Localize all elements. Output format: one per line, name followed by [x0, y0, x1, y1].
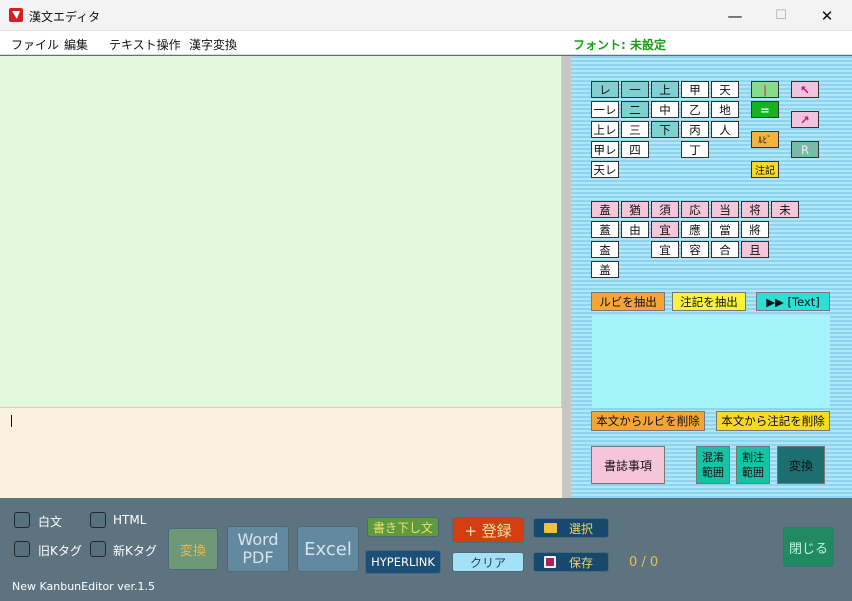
- key-ou[interactable]: 応: [681, 201, 709, 218]
- key-tei[interactable]: 丁: [681, 141, 709, 158]
- record-counter: 0 / 0: [629, 555, 659, 570]
- old-k-tag-label: 旧Kタグ: [38, 544, 82, 558]
- menu-edit[interactable]: 編集: [64, 36, 88, 53]
- key-tou[interactable]: 当: [711, 201, 739, 218]
- convert-button[interactable]: 変換: [168, 528, 218, 570]
- panel-convert-button[interactable]: 変換: [777, 446, 825, 484]
- key-ichi-re[interactable]: 一レ: [591, 101, 619, 118]
- extract-note-button[interactable]: 注記を抽出: [672, 292, 746, 311]
- key-kou-re[interactable]: 甲レ: [591, 141, 619, 158]
- bibliography-button[interactable]: 書誌事項: [591, 446, 665, 484]
- text-export-button[interactable]: ▶▶ [Text]: [756, 292, 830, 311]
- key-ten-re[interactable]: 天レ: [591, 161, 619, 178]
- key-re[interactable]: レ: [591, 81, 619, 98]
- key-sha[interactable]: 且: [741, 241, 769, 258]
- close-button[interactable]: 閉じる: [783, 527, 834, 567]
- ruby-button[interactable]: ﾙﾋﾞ: [751, 131, 779, 148]
- key-yuu[interactable]: 猶: [621, 201, 649, 218]
- key-chi[interactable]: 地: [711, 101, 739, 118]
- key-otsu[interactable]: 乙: [681, 101, 709, 118]
- key-jou-re[interactable]: 上レ: [591, 121, 619, 138]
- kondoku-range-button[interactable]: 混淆 範囲: [696, 446, 730, 484]
- extract-ruby-button[interactable]: ルビを抽出: [591, 292, 665, 311]
- note-button[interactable]: 注記: [751, 161, 779, 178]
- key-ou-b[interactable]: 應: [681, 221, 709, 238]
- key-ichi[interactable]: 一: [621, 81, 649, 98]
- window-title: 漢文エディタ: [29, 10, 101, 24]
- menu-kanji-convert[interactable]: 漢字変換: [189, 36, 237, 53]
- menu-file[interactable]: ファイル: [11, 36, 59, 53]
- maximize-button[interactable]: ☐: [758, 0, 804, 31]
- excel-button[interactable]: Excel: [297, 526, 359, 572]
- clear-button[interactable]: クリア: [452, 552, 524, 572]
- minimize-button[interactable]: —: [712, 0, 758, 31]
- font-status: フォント: 未設定: [573, 38, 666, 52]
- key-kou-b[interactable]: 蓋: [591, 221, 619, 238]
- key-kou-a[interactable]: 盍: [591, 201, 619, 218]
- hyperlink-button[interactable]: HYPERLINK: [365, 550, 441, 574]
- key-kou[interactable]: 甲: [681, 81, 709, 98]
- text-caret: [11, 415, 12, 427]
- main-editor[interactable]: [0, 56, 562, 407]
- hakubun-checkbox[interactable]: [14, 512, 30, 528]
- version-label: New KanbunEditor ver.1.5: [12, 580, 155, 593]
- key-kou-c[interactable]: 盇: [591, 241, 619, 258]
- word-pdf-button[interactable]: Word PDF: [227, 526, 289, 572]
- key-yon[interactable]: 四: [621, 141, 649, 158]
- key-ge[interactable]: 下: [651, 121, 679, 138]
- arrow-up-right-icon[interactable]: ↗: [791, 111, 819, 128]
- new-k-tag-checkbox[interactable]: [90, 541, 106, 557]
- html-checkbox[interactable]: [90, 512, 106, 528]
- remove-note-button[interactable]: 本文から注記を削除: [716, 411, 830, 431]
- remove-ruby-button[interactable]: 本文からルビを削除: [591, 411, 705, 431]
- key-shou[interactable]: 将: [741, 201, 769, 218]
- key-chuu[interactable]: 中: [651, 101, 679, 118]
- key-shou-b[interactable]: 將: [741, 221, 769, 238]
- r-button[interactable]: R: [791, 141, 819, 158]
- key-you[interactable]: 容: [681, 241, 709, 258]
- bar-button[interactable]: |: [751, 81, 779, 98]
- arrow-up-left-icon[interactable]: ↖: [791, 81, 819, 98]
- old-k-tag-checkbox[interactable]: [14, 541, 30, 557]
- new-k-tag-label: 新Kタグ: [113, 544, 157, 558]
- key-san[interactable]: 三: [621, 121, 649, 138]
- close-window-button[interactable]: ✕: [804, 0, 850, 31]
- warichu-range-button[interactable]: 割注 範囲: [736, 446, 770, 484]
- register-button[interactable]: + 登録: [452, 517, 524, 543]
- key-gi-b[interactable]: 宜: [651, 241, 679, 258]
- splitter[interactable]: [562, 56, 571, 498]
- key-hei[interactable]: 丙: [681, 121, 709, 138]
- key-ten[interactable]: 天: [711, 81, 739, 98]
- key-gou[interactable]: 合: [711, 241, 739, 258]
- equals-button[interactable]: =: [751, 101, 779, 118]
- kakikudashi-button[interactable]: 書き下し文: [367, 517, 439, 537]
- extract-output-box[interactable]: [592, 316, 830, 408]
- hakubun-label: 白文: [38, 515, 63, 529]
- key-kou-d[interactable]: 盖: [591, 261, 619, 278]
- key-gi-a[interactable]: 宜: [651, 221, 679, 238]
- key-jou[interactable]: 上: [651, 81, 679, 98]
- app-icon: [9, 8, 23, 22]
- input-area[interactable]: [0, 407, 562, 498]
- floppy-disk-icon: [544, 556, 556, 568]
- folder-icon: [544, 523, 557, 533]
- key-ni[interactable]: 二: [621, 101, 649, 118]
- key-jin[interactable]: 人: [711, 121, 739, 138]
- key-tou-b[interactable]: 當: [711, 221, 739, 238]
- html-label: HTML: [113, 513, 147, 527]
- key-mi[interactable]: 未: [771, 201, 799, 218]
- key-su[interactable]: 須: [651, 201, 679, 218]
- menu-text-ops[interactable]: テキスト操作: [109, 36, 181, 53]
- key-yu[interactable]: 由: [621, 221, 649, 238]
